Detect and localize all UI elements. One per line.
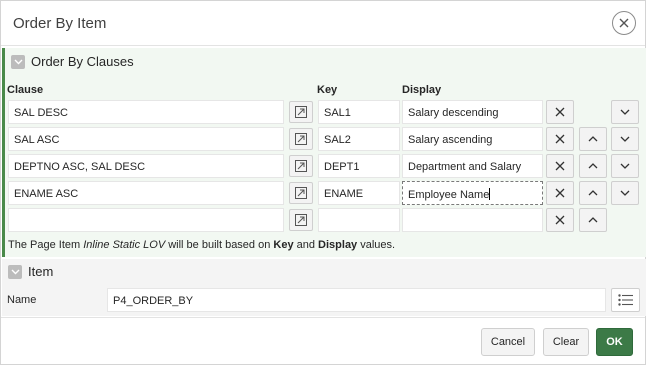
cancel-button[interactable]: Cancel xyxy=(481,328,535,356)
open-editor-icon xyxy=(295,187,307,199)
dialog-titlebar: Order By Item xyxy=(1,1,645,46)
delete-row-button[interactable] xyxy=(546,154,574,178)
close-icon xyxy=(555,161,565,171)
expand-clause-button[interactable] xyxy=(289,101,313,123)
note-text: will be built based on xyxy=(165,239,274,251)
expand-clause-button[interactable] xyxy=(289,209,313,231)
column-header-display: Display xyxy=(402,84,442,96)
delete-row-button[interactable] xyxy=(546,208,574,232)
item-picker-button[interactable] xyxy=(611,288,640,312)
help-note: The Page Item Inline Static LOV will be … xyxy=(8,239,395,251)
move-down-button[interactable] xyxy=(611,181,639,205)
key-input[interactable]: ENAME xyxy=(318,181,400,205)
close-icon xyxy=(555,188,565,198)
expand-clause-button[interactable] xyxy=(289,128,313,150)
item-region: Item Name P4_ORDER_BY xyxy=(2,259,646,316)
open-editor-icon xyxy=(295,160,307,172)
order-by-item-dialog: Order By Item Order By Clauses Clause Ke… xyxy=(0,0,646,365)
column-header-key: Key xyxy=(317,84,338,96)
delete-row-button[interactable] xyxy=(546,181,574,205)
display-input[interactable]: Department and Salary xyxy=(402,154,543,178)
order-by-clauses-region: Order By Clauses Clause Key Display SAL … xyxy=(2,48,646,257)
delete-row-button[interactable] xyxy=(546,100,574,124)
chevron-down-icon[interactable] xyxy=(8,264,22,279)
key-input[interactable]: SAL1 xyxy=(318,100,400,124)
move-up-button[interactable] xyxy=(579,181,607,205)
close-icon xyxy=(555,107,565,117)
order-region-title: Order By Clauses xyxy=(31,54,134,69)
clause-input[interactable]: DEPTNO ASC, SAL DESC xyxy=(8,154,284,178)
clause-input[interactable] xyxy=(8,208,284,232)
key-input[interactable] xyxy=(318,208,400,232)
order-region-header[interactable]: Order By Clauses xyxy=(11,54,134,69)
clause-input[interactable]: SAL DESC xyxy=(8,100,284,124)
close-button[interactable] xyxy=(612,11,636,35)
chevron-down-icon xyxy=(620,136,630,142)
move-down-button[interactable] xyxy=(611,154,639,178)
close-icon xyxy=(555,134,565,144)
chevron-down-icon xyxy=(620,190,630,196)
open-editor-icon xyxy=(295,214,307,226)
item-region-title: Item xyxy=(28,264,54,279)
move-down-button[interactable] xyxy=(611,100,639,124)
item-region-header[interactable]: Item xyxy=(8,264,53,279)
display-input[interactable]: Salary descending xyxy=(402,100,543,124)
note-text: values. xyxy=(357,239,396,251)
key-input[interactable]: DEPT1 xyxy=(318,154,400,178)
chevron-down-icon xyxy=(620,109,630,115)
text-caret xyxy=(489,188,491,200)
display-input-focused[interactable]: Employee Name xyxy=(402,181,543,205)
dialog-footer: Cancel Clear OK xyxy=(1,317,645,364)
move-up-button[interactable] xyxy=(579,208,607,232)
display-input-text: Employee Name xyxy=(408,189,490,201)
display-input[interactable] xyxy=(402,208,543,232)
clause-input[interactable]: SAL ASC xyxy=(8,127,284,151)
expand-clause-button[interactable] xyxy=(289,155,313,177)
display-input[interactable]: Salary ascending xyxy=(402,127,543,151)
chevron-up-icon xyxy=(588,190,598,196)
dialog-title: Order By Item xyxy=(13,15,107,32)
clause-input[interactable]: ENAME ASC xyxy=(8,181,284,205)
move-up-button[interactable] xyxy=(579,154,607,178)
close-icon xyxy=(619,18,629,28)
note-text: and xyxy=(293,239,319,251)
delete-row-button[interactable] xyxy=(546,127,574,151)
expand-clause-button[interactable] xyxy=(289,182,313,204)
note-strong: Display xyxy=(318,239,358,251)
chevron-up-icon xyxy=(588,136,598,142)
open-editor-icon xyxy=(295,133,307,145)
chevron-up-icon xyxy=(588,163,598,169)
open-editor-icon xyxy=(295,106,307,118)
ok-button[interactable]: OK xyxy=(596,328,633,356)
chevron-down-icon xyxy=(620,163,630,169)
key-input[interactable]: SAL2 xyxy=(318,127,400,151)
move-down-button[interactable] xyxy=(611,127,639,151)
clear-button[interactable]: Clear xyxy=(543,328,589,356)
move-up-button[interactable] xyxy=(579,127,607,151)
list-icon xyxy=(617,294,633,306)
note-emphasis: Inline Static LOV xyxy=(83,239,166,251)
chevron-up-icon xyxy=(588,217,598,223)
column-header-clause: Clause xyxy=(7,84,44,96)
name-input[interactable]: P4_ORDER_BY xyxy=(107,288,606,312)
note-strong: Key xyxy=(273,239,294,251)
close-icon xyxy=(555,215,565,225)
chevron-down-icon[interactable] xyxy=(11,54,25,69)
name-label: Name xyxy=(7,294,37,306)
note-text: The Page Item xyxy=(8,239,84,251)
